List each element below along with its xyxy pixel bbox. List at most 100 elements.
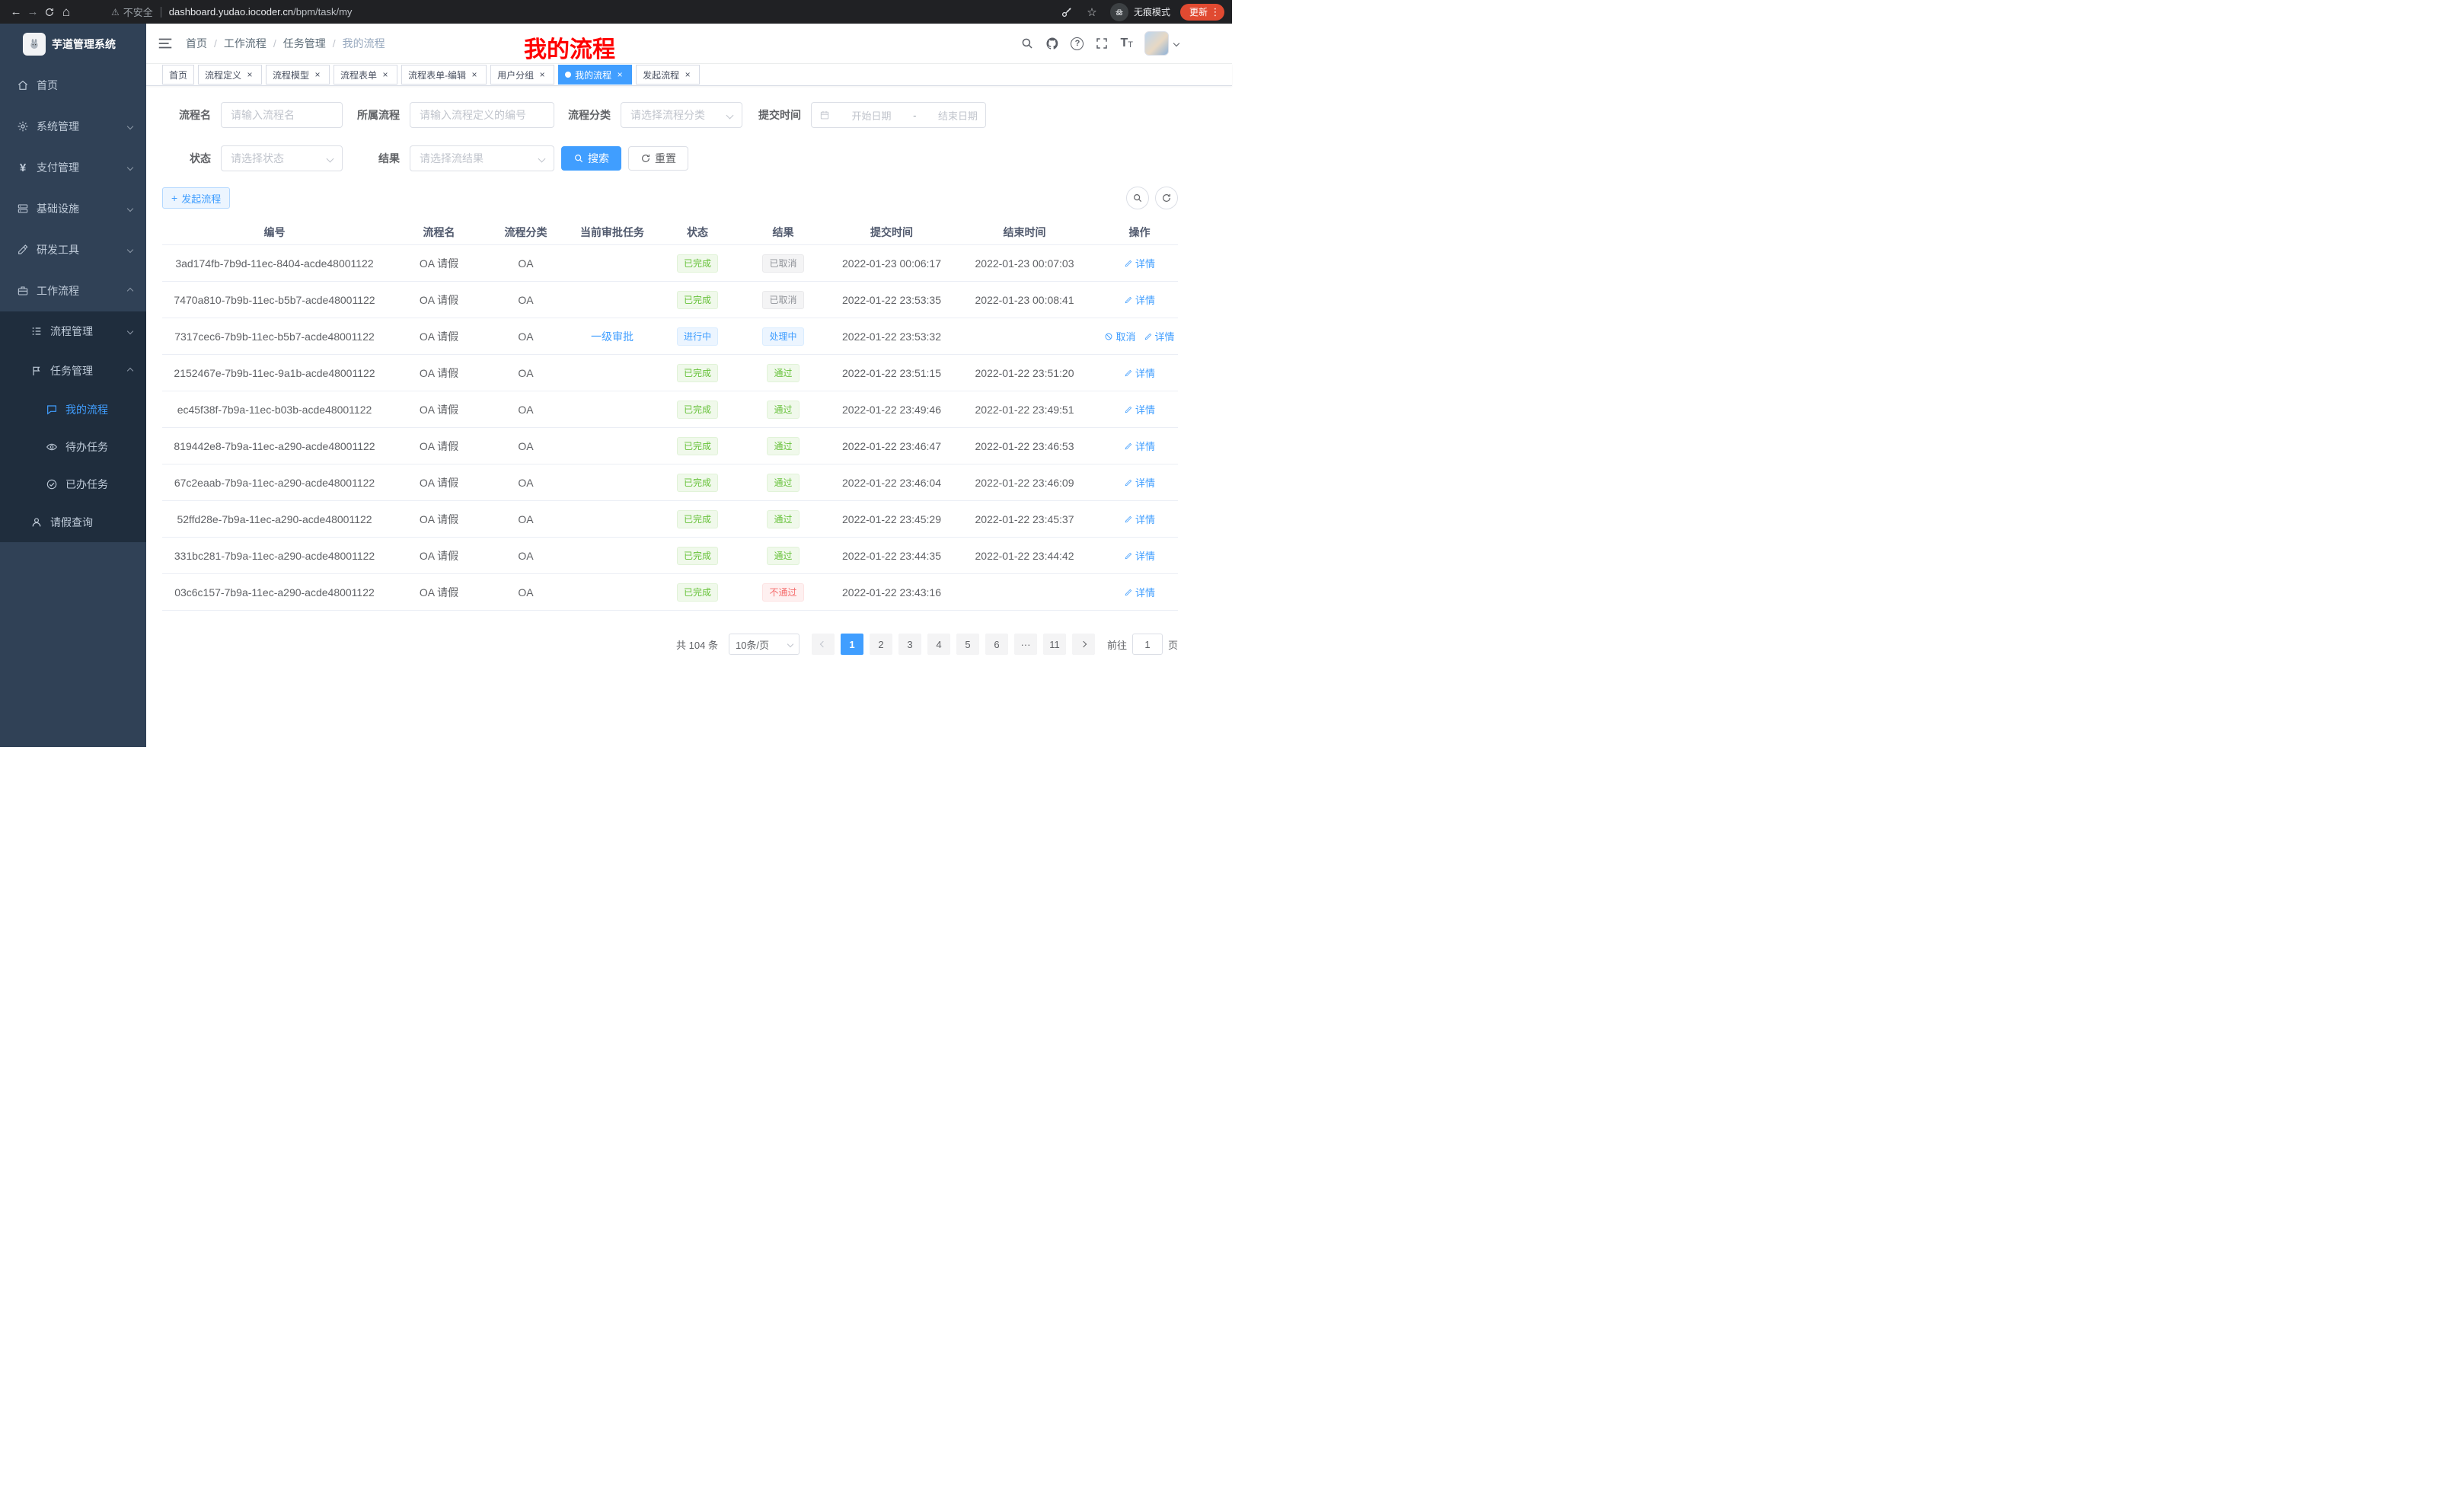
page-button-6[interactable]: 6 (985, 634, 1008, 655)
sidebar-item-leave-query[interactable]: 请假查询 (0, 503, 146, 542)
search-icon[interactable] (1020, 37, 1034, 50)
tab-start-process[interactable]: 发起流程 (636, 65, 700, 85)
browser-reload-icon[interactable] (41, 4, 58, 21)
sidebar-item-home[interactable]: 首页 (0, 65, 146, 106)
sidebar-item-my-process[interactable]: 我的流程 (0, 391, 146, 428)
page-button-11[interactable]: 11 (1043, 634, 1066, 655)
browser-back-icon[interactable] (8, 4, 24, 21)
close-icon[interactable] (312, 69, 323, 80)
category-select[interactable]: 请选择流程分类 (621, 102, 742, 128)
close-icon[interactable] (682, 69, 693, 80)
show-search-button[interactable] (1126, 187, 1149, 209)
sidebar-item-process-management[interactable]: 流程管理 (0, 311, 146, 351)
cancel-button[interactable]: 取消 (1104, 329, 1135, 343)
filter-label: 所属流程 (343, 107, 410, 123)
browser-update-button[interactable]: 更新 (1180, 4, 1224, 21)
page-button-5[interactable]: 5 (956, 634, 979, 655)
tab-user-group[interactable]: 用户分组 (490, 65, 554, 85)
more-pages-button[interactable]: ··· (1014, 634, 1037, 655)
breadcrumb-workflow[interactable]: 工作流程 (224, 36, 267, 51)
sidebar-item-done-tasks[interactable]: 已办任务 (0, 465, 146, 503)
tab-my-process[interactable]: 我的流程 (558, 65, 632, 85)
tab-process-definition[interactable]: 流程定义 (198, 65, 262, 85)
detail-button[interactable]: 详情 (1124, 402, 1155, 417)
col-id: 编号 (162, 225, 387, 240)
page-button-4[interactable]: 4 (927, 634, 950, 655)
breadcrumb-home[interactable]: 首页 (186, 36, 207, 51)
incognito-label: 无痕模式 (1134, 5, 1170, 18)
page-button-2[interactable]: 2 (870, 634, 892, 655)
process-name-input[interactable] (221, 102, 343, 128)
filter-label: 结果 (343, 151, 410, 166)
bookmark-star-icon[interactable] (1084, 4, 1100, 21)
refresh-table-button[interactable] (1155, 187, 1178, 209)
tab-label: 我的流程 (575, 69, 611, 81)
help-icon[interactable] (1071, 37, 1084, 50)
cell-id: 7317cec6-7b9b-11ec-b5b7-acde48001122 (162, 330, 387, 343)
sidebar-item-devtools[interactable]: 研发工具 (0, 229, 146, 270)
detail-button[interactable]: 详情 (1124, 256, 1155, 270)
next-page-button[interactable] (1072, 634, 1095, 655)
close-icon[interactable] (614, 69, 625, 80)
sidebar-item-system[interactable]: 系统管理 (0, 106, 146, 147)
goto-page-input[interactable] (1132, 634, 1163, 655)
detail-button[interactable]: 详情 (1124, 366, 1155, 380)
detail-button[interactable]: 详情 (1124, 548, 1155, 563)
avatar[interactable] (1144, 31, 1169, 56)
close-icon[interactable] (380, 69, 391, 80)
sidebar-item-todo-tasks[interactable]: 待办任务 (0, 428, 146, 465)
cell-actions: 详情 (1101, 475, 1178, 490)
page-button-3[interactable]: 3 (898, 634, 921, 655)
page-size-select[interactable]: 10条/页 (729, 634, 800, 655)
cell-status: 已完成 (664, 474, 731, 492)
detail-button[interactable]: 详情 (1124, 475, 1155, 490)
result-select[interactable]: 请选择流结果 (410, 145, 554, 171)
close-icon[interactable] (244, 69, 255, 80)
browser-home-icon[interactable] (58, 4, 75, 21)
browser-menu-icon[interactable] (1210, 6, 1221, 18)
cell-end-time: 2022-01-22 23:46:09 (948, 477, 1101, 489)
password-key-icon[interactable] (1060, 5, 1074, 19)
col-end-time: 结束时间 (948, 225, 1101, 240)
font-size-icon[interactable] (1120, 37, 1133, 49)
hamburger-icon[interactable] (157, 35, 174, 52)
result-badge: 通过 (767, 510, 799, 528)
sidebar-item-workflow[interactable]: 工作流程 (0, 270, 146, 311)
sidebar-item-infrastructure[interactable]: 基础设施 (0, 188, 146, 229)
status-select[interactable]: 请选择状态 (221, 145, 343, 171)
tab-home[interactable]: 首页 (162, 65, 194, 85)
user-menu[interactable] (1144, 31, 1179, 56)
breadcrumb-task-management[interactable]: 任务管理 (283, 36, 326, 51)
browser-forward-icon[interactable] (24, 4, 41, 21)
page-button-1[interactable]: 1 (841, 634, 863, 655)
col-name: 流程名 (387, 225, 491, 240)
sidebar-item-task-management[interactable]: 任务管理 (0, 351, 146, 391)
app-logo[interactable]: 芋道管理系统 (0, 24, 146, 65)
reset-button[interactable]: 重置 (628, 146, 688, 171)
detail-button[interactable]: 详情 (1124, 512, 1155, 526)
date-range-picker[interactable]: 开始日期 - 结束日期 (811, 102, 986, 128)
navbar-actions (1020, 31, 1179, 56)
start-process-button[interactable]: 发起流程 (162, 187, 230, 209)
filter-category: 流程分类 请选择流程分类 (554, 102, 742, 128)
close-icon[interactable] (537, 69, 547, 80)
address-bar[interactable]: 不安全 dashboard.yudao.iocoder.cn /bpm/task… (111, 5, 352, 19)
close-icon[interactable] (469, 69, 480, 80)
search-button[interactable]: 搜索 (561, 146, 621, 171)
detail-button[interactable]: 详情 (1124, 292, 1155, 307)
cell-id: 819442e8-7b9a-11ec-a290-acde48001122 (162, 440, 387, 452)
current-task-link[interactable]: 一级审批 (591, 330, 634, 343)
github-icon[interactable] (1045, 37, 1059, 50)
sidebar-item-payment[interactable]: ¥ 支付管理 (0, 147, 146, 188)
process-definition-input[interactable] (410, 102, 554, 128)
filter-label: 流程分类 (554, 107, 621, 123)
fullscreen-icon[interactable] (1095, 37, 1109, 50)
detail-button[interactable]: 详情 (1144, 329, 1175, 343)
tab-process-form-edit[interactable]: 流程表单-编辑 (401, 65, 487, 85)
tab-process-model[interactable]: 流程模型 (266, 65, 330, 85)
tab-process-form[interactable]: 流程表单 (334, 65, 397, 85)
detail-button[interactable]: 详情 (1124, 439, 1155, 453)
detail-button[interactable]: 详情 (1124, 585, 1155, 599)
detail-label: 详情 (1135, 585, 1155, 599)
prev-page-button[interactable] (812, 634, 835, 655)
